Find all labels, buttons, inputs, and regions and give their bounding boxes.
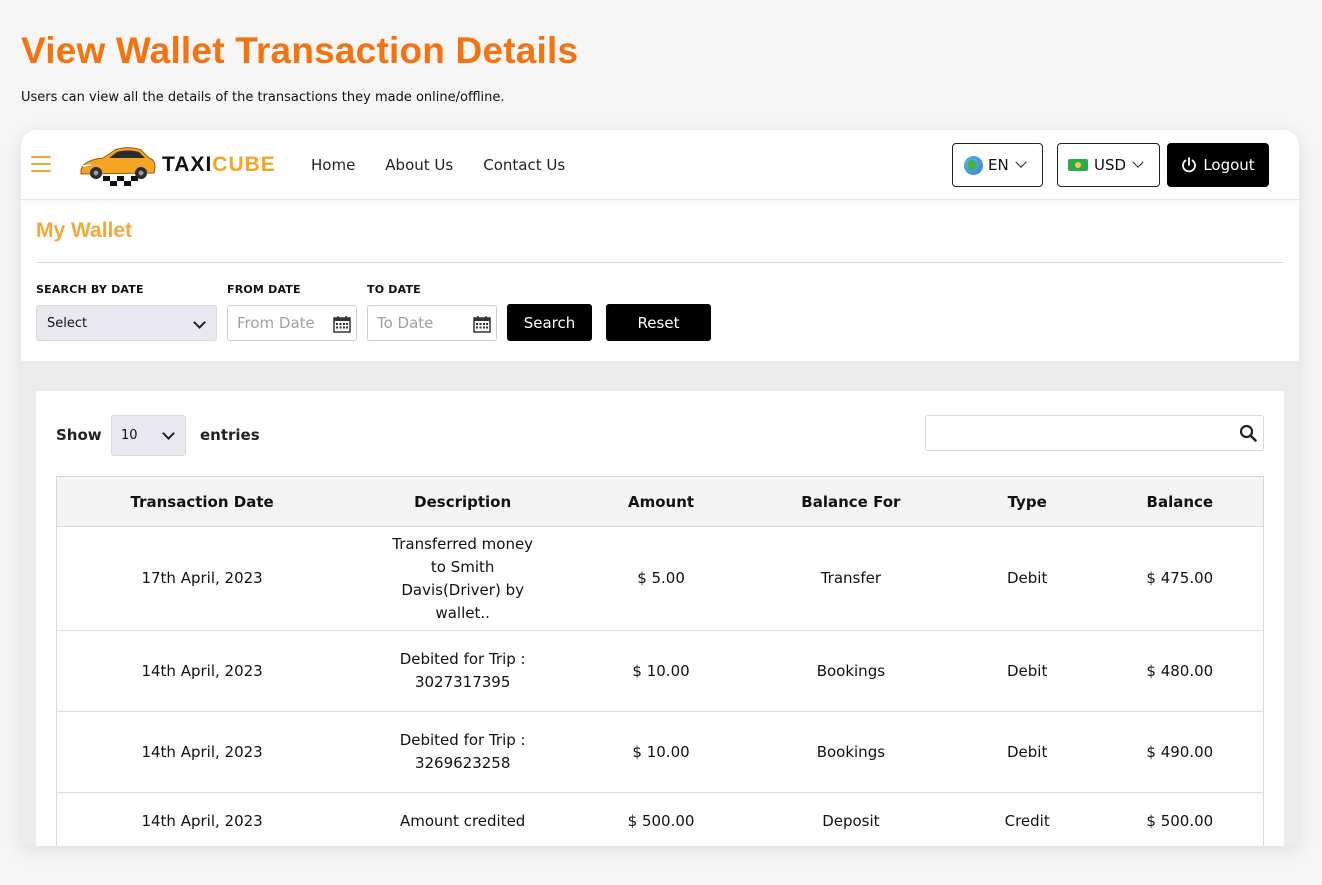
globe-icon [964,155,983,175]
chevron-down-icon [1015,156,1027,168]
cell-balance-for: Deposit [743,792,958,846]
column-header-balance-for[interactable]: Balance For [743,476,958,527]
calendar-icon[interactable] [473,315,491,333]
banknote-icon [1068,159,1088,171]
chevron-down-icon [193,316,206,329]
column-header-description[interactable]: Description [347,476,579,527]
cell-type: Debit [957,711,1097,793]
cell-transaction-date: 14th April, 2023 [56,630,348,712]
transactions-card: Show 10 entries Transaction Date Descrip… [36,391,1284,846]
cell-balance: $ 500.00 [1096,792,1264,846]
table-search-input[interactable] [925,415,1264,451]
search-icon[interactable] [1239,424,1257,442]
show-label: Show [56,426,102,444]
transactions-table: Transaction Date Description Amount Bala… [56,476,1264,846]
divider [36,262,1284,263]
to-date-label: TO DATE [367,283,421,296]
cell-transaction-date: 14th April, 2023 [56,792,348,846]
cell-type: Credit [957,792,1097,846]
nav-link-about-us[interactable]: About Us [385,156,453,174]
from-date-label: FROM DATE [227,283,301,296]
chevron-down-icon [1132,156,1144,168]
cell-description: Transferred money to Smith Davis(Driver)… [347,526,579,631]
cell-balance: $ 480.00 [1096,630,1264,712]
chevron-down-icon [162,427,175,440]
brand-name[interactable]: TAXICUBE [162,153,276,177]
nav-link-contact-us[interactable]: Contact Us [483,156,565,174]
search-by-date-select[interactable]: Select [36,305,217,341]
entries-value: 10 [121,428,138,443]
currency-value: USD [1094,156,1127,174]
cell-balance: $ 490.00 [1096,711,1264,793]
from-date-placeholder: From Date [237,314,315,332]
cell-amount: $ 5.00 [578,526,744,631]
entries-label: entries [200,426,260,444]
table-row: 14th April, 2023 Debited for Trip : 3027… [56,630,1264,712]
table-row: 14th April, 2023 Amount credited $ 500.0… [56,792,1264,846]
search-button[interactable]: Search [507,304,592,341]
cell-amount: $ 500.00 [578,792,744,846]
cell-description: Debited for Trip : 3269623258 [347,711,579,793]
page-subheading: Users can view all the details of the tr… [21,90,505,105]
cell-type: Debit [957,630,1097,712]
table-header-row: Transaction Date Description Amount Bala… [56,476,1264,527]
column-header-balance[interactable]: Balance [1096,476,1264,527]
entries-per-page-select[interactable]: 10 [111,415,186,456]
power-icon [1182,157,1197,173]
cell-description: Amount credited [347,792,579,846]
cell-transaction-date: 17th April, 2023 [56,526,348,631]
cell-balance-for: Bookings [743,630,958,712]
reset-button[interactable]: Reset [606,304,711,341]
language-dropdown[interactable]: EN [952,143,1043,187]
nav-link-home[interactable]: Home [311,156,355,174]
main-nav: Home About Us Contact Us [311,156,565,174]
column-header-type[interactable]: Type [957,476,1097,527]
table-row: 14th April, 2023 Debited for Trip : 3269… [56,711,1264,793]
calendar-icon[interactable] [333,315,351,333]
to-date-placeholder: To Date [377,314,434,332]
brand-suffix: CUBE [212,153,276,176]
app-frame: TAXICUBE Home About Us Contact Us EN USD… [21,130,1299,846]
page-heading: View Wallet Transaction Details [21,30,579,71]
logout-button[interactable]: Logout [1167,143,1269,187]
navbar: TAXICUBE Home About Us Contact Us EN USD… [21,130,1299,200]
currency-dropdown[interactable]: USD [1057,143,1160,187]
cell-balance: $ 475.00 [1096,526,1264,631]
column-header-transaction-date[interactable]: Transaction Date [56,476,348,527]
table-row: 17th April, 2023 Transferred money to Sm… [56,526,1264,631]
search-by-date-value: Select [47,315,88,331]
cell-balance-for: Transfer [743,526,958,631]
from-date-input[interactable]: From Date [227,305,357,341]
column-header-amount[interactable]: Amount [578,476,744,527]
cell-description: Debited for Trip : 3027317395 [347,630,579,712]
cell-balance-for: Bookings [743,711,958,793]
brand-prefix: TAXI [162,153,213,176]
search-by-date-label: SEARCH BY DATE [36,283,144,296]
wallet-title: My Wallet [36,219,133,242]
to-date-input[interactable]: To Date [367,305,497,341]
language-value: EN [988,156,1009,174]
cell-type: Debit [957,526,1097,631]
cell-amount: $ 10.00 [578,630,744,712]
hamburger-menu-icon[interactable] [31,156,51,172]
cell-amount: $ 10.00 [578,711,744,793]
cell-transaction-date: 14th April, 2023 [56,711,348,793]
logout-label: Logout [1203,156,1255,174]
